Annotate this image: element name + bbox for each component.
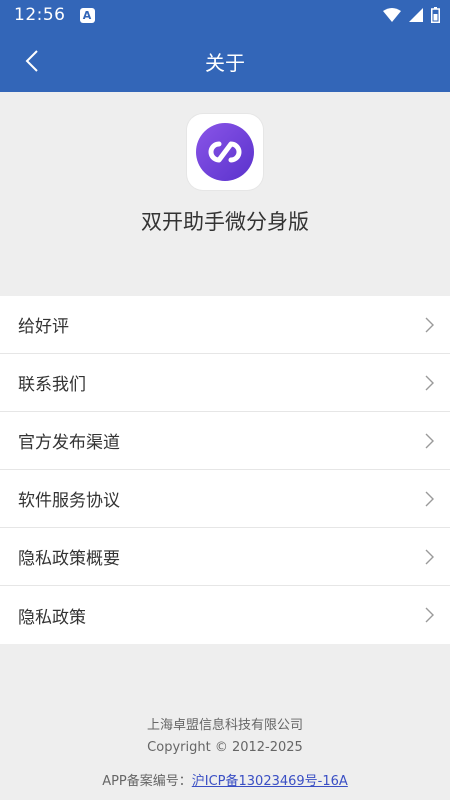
chevron-right-icon xyxy=(425,317,434,333)
status-icons xyxy=(383,7,440,23)
menu-item-rate[interactable]: 给好评 xyxy=(0,296,450,354)
status-time: 12:56 xyxy=(14,5,66,25)
chevron-right-icon xyxy=(425,375,434,391)
wifi-icon xyxy=(383,8,401,22)
app-info: 双开助手微分身版 xyxy=(0,92,450,296)
app-header: 关于 xyxy=(0,30,450,92)
menu-item-label: 软件服务协议 xyxy=(18,491,120,511)
app-name: 双开助手微分身版 xyxy=(141,210,309,234)
menu-item-service-agreement[interactable]: 软件服务协议 xyxy=(0,470,450,528)
menu-item-contact-us[interactable]: 联系我们 xyxy=(0,354,450,412)
a-notification-icon: A xyxy=(79,7,95,23)
signal-icon xyxy=(409,8,423,22)
infinity-logo-icon xyxy=(196,123,254,181)
menu-item-label: 官方发布渠道 xyxy=(18,433,120,453)
about-screen: 12:56 A 关于 双开助手微分身版 给好评 联系我们 官方发布渠道 软件服务… xyxy=(0,0,450,800)
menu-item-label: 隐私政策 xyxy=(18,607,86,628)
chevron-left-icon xyxy=(25,50,38,72)
app-logo xyxy=(187,114,263,190)
chevron-right-icon xyxy=(425,491,434,507)
back-button[interactable] xyxy=(10,30,54,92)
about-menu: 给好评 联系我们 官方发布渠道 软件服务协议 隐私政策概要 隐私政策 xyxy=(0,296,450,644)
menu-item-label: 隐私政策概要 xyxy=(18,549,120,569)
menu-item-privacy-policy[interactable]: 隐私政策 xyxy=(0,586,450,644)
icp-record: APP备案编号：沪ICP备13023469号-16A xyxy=(0,770,450,789)
menu-item-privacy-summary[interactable]: 隐私政策概要 xyxy=(0,528,450,586)
company-name: 上海卓盟信息科技有限公司 xyxy=(146,718,303,733)
page-title: 关于 xyxy=(205,50,245,75)
footer: 上海卓盟信息科技有限公司 Copyright © 2012-2025 APP备案… xyxy=(0,646,450,800)
battery-icon xyxy=(431,7,440,23)
icp-number-link[interactable]: 沪ICP备13023469号-16A xyxy=(192,774,348,789)
chevron-right-icon xyxy=(425,549,434,565)
copyright-text: Copyright © 2012-2025 xyxy=(147,740,303,755)
menu-item-official-channels[interactable]: 官方发布渠道 xyxy=(0,412,450,470)
icp-prefix: APP备案编号： xyxy=(102,774,192,789)
menu-item-label: 联系我们 xyxy=(18,375,86,395)
menu-item-label: 给好评 xyxy=(18,317,69,337)
status-bar: 12:56 A xyxy=(0,0,450,30)
chevron-right-icon xyxy=(425,607,434,623)
chevron-right-icon xyxy=(425,433,434,449)
